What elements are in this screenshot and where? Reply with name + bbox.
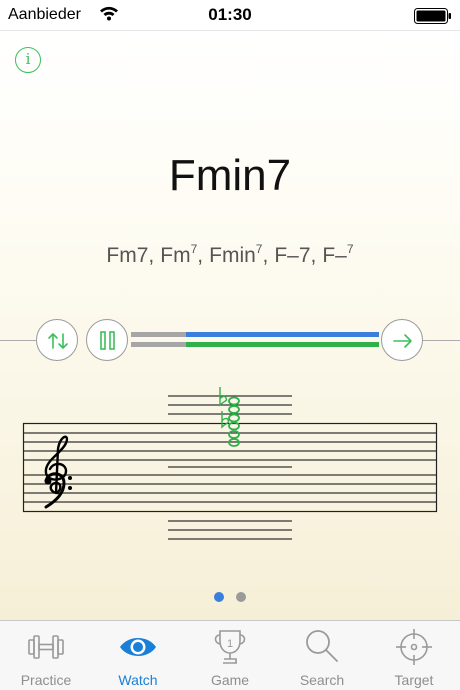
svg-text:1: 1	[227, 638, 233, 650]
ledger-lines-bottom	[168, 520, 292, 540]
tab-label: Practice	[20, 672, 72, 688]
crosshair-icon	[396, 629, 432, 665]
progress-played-top	[131, 332, 186, 337]
tab-label: Target	[394, 672, 434, 688]
tab-label: Game	[210, 672, 250, 688]
music-staff	[0, 381, 460, 561]
playback-progress[interactable]	[131, 332, 379, 348]
status-bar: Aanbieder 01:30	[0, 0, 460, 30]
divider-line-left	[0, 340, 36, 341]
chord-symbol: F–7	[322, 242, 354, 267]
battery-icon	[414, 8, 451, 24]
swap-arrows-icon	[48, 333, 68, 349]
clock: 01:30	[208, 5, 252, 24]
pause-icon	[100, 331, 115, 350]
chord-symbol: Fm7,	[106, 244, 155, 267]
flat-signs	[219, 387, 230, 429]
watch-screen: i Fmin7 Fm7, Fm7, Fmin7, F–7, F–7	[0, 30, 460, 620]
tab-label: Search	[299, 672, 345, 688]
eye-icon	[120, 638, 156, 656]
swap-button[interactable]	[36, 319, 78, 361]
arrow-right-icon	[393, 334, 412, 348]
chord-name: Fmin7	[168, 151, 292, 200]
tab-game[interactable]: 1 Game	[184, 621, 276, 690]
tab-label: Watch	[118, 672, 158, 688]
pause-button[interactable]	[86, 319, 128, 361]
tab-bar: Practice Watch 1 Game Search Target	[0, 620, 460, 690]
progress-played-bottom	[131, 342, 186, 347]
magnifier-icon	[306, 630, 338, 662]
tab-target[interactable]: Target	[368, 621, 460, 690]
divider-line-right	[423, 340, 460, 341]
info-icon[interactable]: i	[15, 47, 41, 73]
page-dot[interactable]	[214, 592, 224, 602]
chord-symbol: F–7,	[274, 244, 317, 267]
tab-watch[interactable]: Watch	[92, 621, 184, 690]
chord-alternative-symbols: Fm7, Fm7, Fmin7, F–7, F–7	[0, 242, 460, 268]
progress-remaining-green	[186, 342, 379, 347]
page-dot[interactable]	[236, 592, 246, 602]
grand-staff	[22, 387, 438, 540]
chord-symbol: Fm7,	[160, 242, 204, 267]
trophy-icon: 1	[214, 630, 246, 664]
next-button[interactable]	[381, 319, 423, 361]
page-indicator[interactable]	[0, 589, 460, 607]
tab-practice[interactable]: Practice	[0, 621, 92, 690]
tab-search[interactable]: Search	[276, 621, 368, 690]
chord-symbol: Fmin7,	[209, 242, 269, 267]
dumbbell-icon	[28, 635, 64, 659]
progress-remaining-blue	[186, 332, 379, 337]
playback-controls	[0, 319, 460, 363]
